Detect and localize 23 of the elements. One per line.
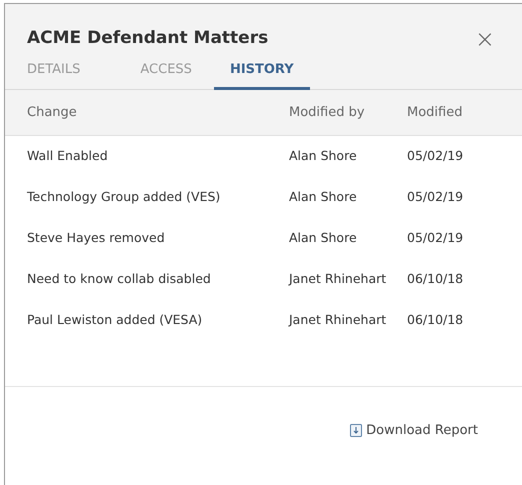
table-cell-text: Technology Group added (VES) [27, 188, 222, 206]
table-cell-text: 06/10/18 [407, 311, 464, 330]
dialog-title: ACME Defendant Matters [27, 27, 270, 50]
table-cell-text: Paul Lewiston added (VESA) [27, 311, 204, 330]
table-cell-text: 05/02/19 [407, 188, 464, 206]
table-cell-text: Steve Hayes removed [27, 229, 166, 248]
table-cell-text: Alan Shore [289, 147, 358, 166]
table-cell-text: 06/10/18 [407, 270, 464, 288]
column-header: Modified by [289, 104, 366, 122]
column-header: Change [27, 104, 78, 122]
table-cell-text: Janet Rhinehart [289, 311, 388, 330]
tab[interactable]: HISTORY [214, 60, 310, 90]
table-cell-text: 05/02/19 [407, 147, 464, 166]
table-cell-text: Janet Rhinehart [289, 270, 388, 288]
download-report-link[interactable]: Download Report [350, 421, 478, 440]
table-cell-text: Alan Shore [289, 188, 358, 206]
table-cell-text: Alan Shore [289, 229, 358, 248]
close-button[interactable]: × [474, 26, 495, 51]
table-cell-text: Wall Enabled [27, 147, 109, 166]
column-header: Modified [407, 104, 464, 122]
table-cell-text: Need to know collab disabled [27, 270, 212, 288]
download-icon [350, 424, 362, 438]
table-cell-text: 05/02/19 [407, 229, 464, 248]
